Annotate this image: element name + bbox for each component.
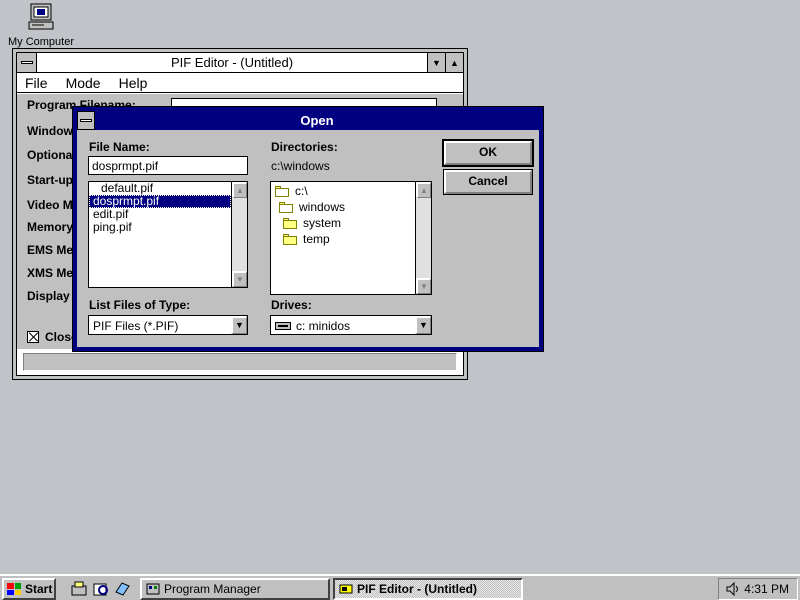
display-label: Display [27, 289, 70, 303]
directory-list[interactable]: c:\ windows system temp ▲ ▼ [270, 181, 432, 295]
task-pif-editor[interactable]: PIF Editor - (Untitled) [333, 578, 523, 600]
current-directory: c:\windows [271, 159, 330, 173]
quicklaunch-help-icon[interactable] [113, 580, 131, 598]
file-name-input[interactable]: dosprmpt.pif [88, 156, 248, 175]
file-item[interactable]: ping.pif [89, 221, 231, 234]
menu-file[interactable]: File [25, 75, 48, 91]
my-computer-icon[interactable]: My Computer [6, 2, 76, 48]
open-folder-icon [275, 186, 289, 197]
memory-label: Memory [27, 220, 74, 234]
minimize-button[interactable]: ▼ [427, 53, 445, 72]
startup-dir-label: Start-up [27, 173, 73, 187]
system-tray: 4:31 PM [718, 578, 798, 600]
file-list-scrollbar[interactable]: ▲ ▼ [231, 182, 247, 287]
open-dialog: Open File Name: dosprmpt.pif default.pif… [72, 106, 544, 352]
cancel-button[interactable]: Cancel [443, 169, 533, 195]
menu-help[interactable]: Help [119, 75, 148, 91]
directories-label: Directories: [271, 140, 338, 154]
hard-drive-icon [275, 322, 291, 330]
ems-memory-label: EMS Me [27, 243, 74, 257]
pif-title-bar[interactable]: PIF Editor - (Untitled) ▼ ▲ [17, 53, 463, 73]
close-window-on-exit-checkbox[interactable]: Close [27, 330, 78, 344]
quicklaunch-file-manager-icon[interactable] [92, 580, 110, 598]
window-title-label: Window [27, 124, 73, 138]
optional-params-label: Optiona [27, 148, 73, 162]
dropdown-arrow-icon[interactable]: ▼ [415, 316, 431, 334]
dir-item-windows[interactable]: windows [271, 199, 415, 215]
file-type-dropdown[interactable]: PIF Files (*.PIF) ▼ [88, 315, 248, 335]
system-menu-button[interactable] [17, 53, 37, 72]
scroll-down-arrow-icon[interactable]: ▼ [232, 271, 247, 287]
video-mode-label: Video M [27, 198, 73, 212]
computer-icon [26, 2, 56, 36]
start-button[interactable]: Start [2, 578, 56, 600]
pif-editor-icon [339, 583, 353, 595]
pif-window-title: PIF Editor - (Untitled) [170, 55, 294, 70]
taskbar: Start Program Manager PIF Editor - (Unti… [0, 574, 800, 600]
pif-menu-bar: File Mode Help [17, 73, 463, 93]
open-title-bar[interactable]: Open [77, 111, 539, 130]
scroll-up-arrow-icon[interactable]: ▲ [416, 182, 431, 198]
maximize-button[interactable]: ▲ [445, 53, 463, 72]
file-name-label: File Name: [89, 140, 150, 154]
program-manager-icon [146, 583, 160, 595]
task-program-manager[interactable]: Program Manager [140, 578, 330, 600]
dir-item-system[interactable]: system [271, 215, 415, 231]
drive-value: c: minidos [296, 319, 351, 333]
ok-button[interactable]: OK [442, 139, 534, 167]
dropdown-arrow-icon[interactable]: ▼ [231, 316, 247, 334]
file-type-value: PIF Files (*.PIF) [93, 319, 179, 333]
xms-memory-label: XMS Me [27, 266, 74, 280]
quicklaunch-program-manager-icon[interactable] [70, 580, 88, 598]
folder-icon [283, 218, 297, 229]
dir-item-root[interactable]: c:\ [271, 183, 415, 199]
speaker-icon[interactable] [725, 581, 741, 597]
clock[interactable]: 4:31 PM [744, 582, 789, 596]
drives-dropdown[interactable]: c: minidos ▼ [270, 315, 432, 335]
checkbox-checked[interactable] [27, 331, 39, 343]
pif-status-bar [23, 353, 457, 371]
drives-label: Drives: [271, 298, 312, 312]
directory-list-scrollbar[interactable]: ▲ ▼ [415, 182, 431, 294]
file-list[interactable]: default.pif dosprmpt.pif edit.pif ping.p… [88, 181, 248, 288]
open-dialog-body: File Name: dosprmpt.pif default.pif dosp… [77, 130, 539, 347]
desktop: My Computer PIF Editor - (Untitled) ▼ ▲ … [0, 0, 800, 574]
scroll-down-arrow-icon[interactable]: ▼ [416, 278, 431, 294]
menu-mode[interactable]: Mode [66, 75, 101, 91]
open-dialog-title: Open [300, 113, 334, 128]
open-system-menu-button[interactable] [77, 111, 95, 130]
windows-logo-icon [7, 583, 21, 595]
scroll-up-arrow-icon[interactable]: ▲ [232, 182, 247, 198]
dir-item-temp[interactable]: temp [271, 231, 415, 247]
list-type-label: List Files of Type: [89, 298, 191, 312]
my-computer-label: My Computer [7, 36, 75, 48]
folder-icon [283, 234, 297, 245]
open-folder-icon [279, 202, 293, 213]
start-label: Start [25, 582, 53, 596]
